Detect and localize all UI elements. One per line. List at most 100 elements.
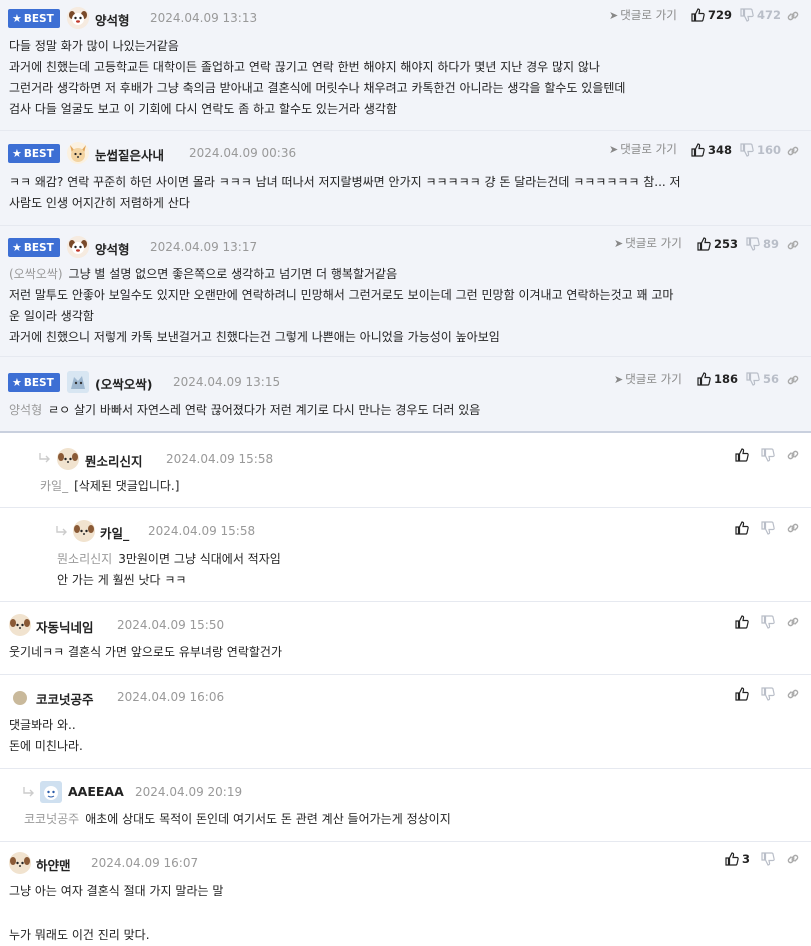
thumbs-down-icon [761,687,775,701]
go-to-reply-link[interactable]: ➤ 댓글로 가기 [614,235,682,251]
downvote-button[interactable] [761,521,775,535]
comment-best-2: ★ BEST 눈썹짙은사내 2024.04.09 00:36 ➤ 댓글로 가기 34… [0,131,811,226]
go-to-reply-link[interactable]: ➤ 댓글로 가기 [609,141,677,157]
comment-body: (오싹오싹) 그냥 별 설명 없으면 좋은쪽으로 생각하고 넘기면 더 행복할거같… [9,267,674,344]
best-badge: ★ BEST [8,144,60,163]
go-to-reply-link[interactable]: ➤ 댓글로 가기 [609,7,677,23]
comment-author[interactable]: 카일_ [100,523,129,542]
link-icon[interactable] [786,521,800,535]
thumbs-up-icon [691,8,705,22]
link-icon[interactable] [786,615,800,629]
upvote-button[interactable] [735,521,749,535]
thumbs-up-icon [735,448,749,462]
avatar[interactable] [57,448,79,470]
thumbs-up-icon [735,521,749,535]
upvote-button[interactable]: 729 [691,8,732,22]
thumbs-up-icon [697,237,711,251]
link-icon[interactable] [786,687,800,701]
reply-arrow-icon [22,785,36,799]
thumbs-down-icon [746,237,760,251]
avatar[interactable] [67,236,89,258]
comment-body: ㅋㅋ 왜감? 연락 꾸준히 하던 사이면 몰라 ㅋㅋㅋ 남녀 떠나서 저지랄병싸… [9,175,681,210]
avatar[interactable] [13,691,27,705]
upvote-button[interactable]: 348 [691,143,732,157]
send-icon: ➤ [609,9,619,22]
thumbs-down-icon [740,143,754,157]
mention[interactable]: 양석형 [9,403,42,417]
comment-author[interactable]: AAEEAA [68,784,124,799]
thumbs-down-icon [761,521,775,535]
link-icon[interactable] [786,448,800,462]
downvote-button[interactable]: 89 [746,237,779,251]
send-icon: ➤ [614,373,624,386]
thumbs-up-icon [725,852,739,866]
reply-arrow-icon [38,451,52,465]
star-icon: ★ [12,376,22,389]
go-to-reply-link[interactable]: ➤ 댓글로 가기 [614,371,682,387]
comment-author[interactable]: 뭔소리신지 [85,451,143,470]
mention[interactable]: (오싹오싹) [9,267,63,281]
link-icon[interactable] [786,144,800,158]
mention[interactable]: 뭔소리신지 [57,552,112,566]
downvote-button[interactable] [761,615,775,629]
comment-reply: AAEEAA 2024.04.09 20:19 코코넛공주 애초에 상대도 목적이… [0,769,811,842]
star-icon: ★ [12,241,22,254]
comment-date: 2024.04.09 00:36 [189,146,297,160]
thumbs-up-icon [735,615,749,629]
link-icon[interactable] [786,238,800,252]
thumbs-up-icon [735,687,749,701]
comment-author[interactable]: 양석형 [95,10,130,29]
send-icon: ➤ [609,143,619,156]
upvote-button[interactable] [735,448,749,462]
avatar[interactable] [40,781,62,803]
send-icon: ➤ [614,237,624,250]
comment-author[interactable]: 자동닉네임 [36,617,94,636]
comment-best-4: ★ BEST (오싹오싹) 2024.04.09 13:15 ➤ 댓글로 가기 18… [0,357,811,433]
comment-author[interactable]: 눈썹짙은사내 [95,145,164,164]
upvote-button[interactable] [735,687,749,701]
comment-date: 2024.04.09 16:07 [91,856,199,870]
upvote-button[interactable] [735,615,749,629]
upvote-button[interactable]: 253 [697,237,738,251]
avatar[interactable] [67,142,89,164]
comment-author[interactable]: 하얀맨 [36,855,71,874]
star-icon: ★ [12,12,22,25]
avatar[interactable] [73,520,95,542]
thumbs-down-icon [761,448,775,462]
comment-body: 다들 정말 화가 많이 나있는거같음 과거에 친했는데 고등학교든 대학이든 졸… [9,39,626,116]
avatar[interactable] [67,371,89,393]
star-icon: ★ [12,147,22,160]
link-icon[interactable] [786,9,800,23]
downvote-button[interactable] [761,448,775,462]
thumbs-down-icon [761,852,775,866]
comment-author[interactable]: 양석형 [95,239,130,258]
downvote-button[interactable]: 472 [740,8,781,22]
best-badge: ★ BEST [8,373,60,392]
thumbs-down-icon [746,372,760,386]
downvote-button[interactable] [761,687,775,701]
best-badge: ★ BEST [8,238,60,257]
comment-author[interactable]: 코코넛공주 [36,689,94,708]
avatar[interactable] [9,614,31,636]
downvote-button[interactable]: 56 [746,372,779,386]
mention[interactable]: 코코넛공주 [24,812,79,826]
comment-author[interactable]: (오싹오싹) [95,374,152,393]
comment-date: 2024.04.09 13:15 [173,375,281,389]
mention[interactable]: 카일_ [40,479,68,493]
upvote-button[interactable]: 3 [725,852,750,866]
comment: 자동닉네임 2024.04.09 15:50 웃기네ㅋㅋ 결혼식 가면 앞으로도… [0,602,811,675]
downvote-button[interactable] [761,852,775,866]
comment-body: 뭔소리신지 3만원이면 그냥 식대에서 적자임 안 가는 게 훨씬 낫다 ㅋㅋ [57,552,281,587]
comment-body: 그냥 아는 여자 결혼식 절대 가지 말라는 말 누가 뭐래도 이건 진리 맞다… [9,884,224,942]
downvote-button[interactable]: 160 [740,143,781,157]
comment-date: 2024.04.09 15:58 [148,524,256,538]
avatar[interactable] [9,852,31,874]
best-badge: ★ BEST [8,9,60,28]
avatar[interactable] [67,7,89,29]
comment-date: 2024.04.09 16:06 [117,690,225,704]
link-icon[interactable] [786,373,800,387]
comment-body: 웃기네ㅋㅋ 결혼식 가면 앞으로도 유부녀랑 연락할건가 [9,645,282,659]
comment-reply: 뭔소리신지 2024.04.09 15:58 카일_ [삭제된 댓글입니다.] [0,435,811,508]
upvote-button[interactable]: 186 [697,372,738,386]
link-icon[interactable] [786,852,800,866]
